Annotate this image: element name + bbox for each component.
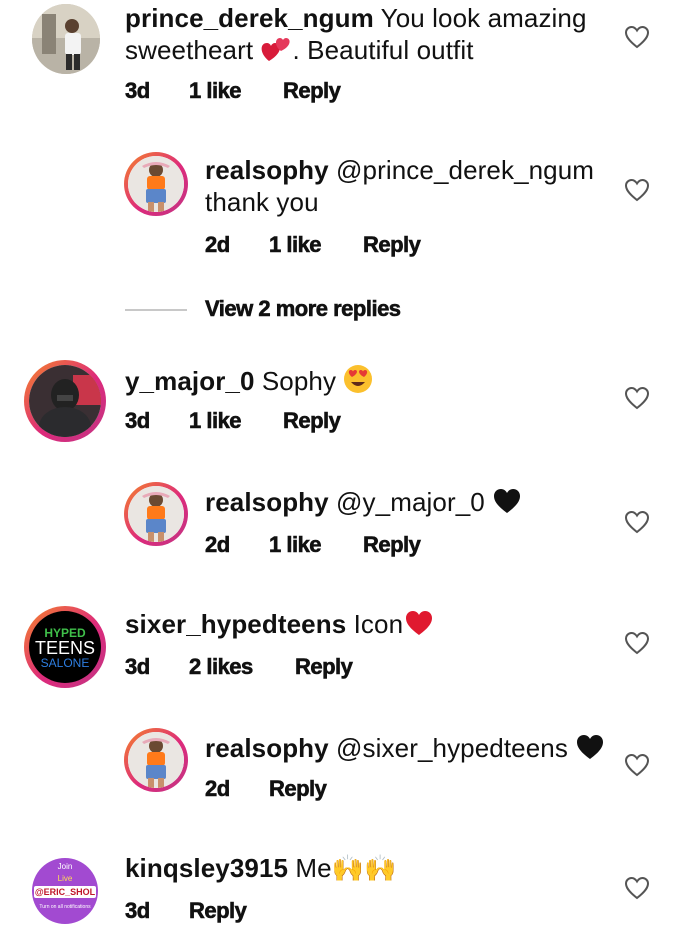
comment-item: HYPED TEENS SALONE sixer_hypedteens Icon… [0, 604, 690, 704]
like-heart-icon[interactable] [624, 631, 650, 655]
like-heart-icon[interactable] [624, 753, 650, 777]
like-count[interactable]: 1 like [189, 78, 242, 104]
reply-button[interactable]: Reply [363, 232, 422, 258]
avatar-photo [128, 486, 184, 542]
reply-item: realsophy @prince_derek_ngum thank you 2… [0, 150, 690, 260]
like-heart-icon[interactable] [624, 510, 650, 534]
comment-body: @sixer_hypedteens [328, 733, 568, 763]
comment-body: Me🙌🙌 [288, 853, 397, 883]
reply-item: realsophy @y_major_0 2d 1 like Reply [0, 482, 690, 572]
avatar[interactable]: Join Live @ERIC_SHOL Turn on all notific… [32, 858, 98, 924]
comment-body-line2-end: . Beautiful outfit [292, 35, 474, 65]
like-count[interactable]: 1 like [269, 532, 322, 558]
like-heart-icon[interactable] [624, 178, 650, 202]
avatar-photo [128, 732, 184, 788]
comment-age: 2d [205, 776, 231, 802]
avatar-text-3: SALONE [40, 656, 90, 670]
comment-item: Join Live @ERIC_SHOL Turn on all notific… [0, 848, 690, 930]
heart-eyes-emoji-icon [344, 365, 373, 393]
comment-age: 3d [125, 898, 151, 924]
reply-button[interactable]: Reply [363, 532, 422, 558]
username[interactable]: realsophy [205, 733, 329, 763]
avatar[interactable] [24, 360, 106, 442]
avatar-text-2: Live [57, 874, 73, 883]
comment-text: realsophy @sixer_hypedteens [205, 732, 605, 764]
comment-age: 3d [125, 408, 151, 434]
comment-body: @prince_derek_ngum [328, 155, 595, 185]
comment-age: 3d [125, 654, 151, 680]
avatar-text-1: Join [57, 862, 73, 871]
comment-body: You look amazing [373, 3, 587, 33]
like-heart-icon[interactable] [624, 25, 650, 49]
like-heart-icon[interactable] [624, 386, 650, 410]
like-heart-icon[interactable] [624, 876, 650, 900]
comment-body: Sophy [254, 366, 337, 396]
comment-item: y_major_0 Sophy 3d 1 like Reply [0, 358, 690, 468]
like-count[interactable]: 2 likes [189, 654, 254, 680]
username[interactable]: y_major_0 [125, 366, 255, 396]
comment-body-line2: sweetheart [125, 35, 254, 65]
comment-body: Icon [346, 609, 404, 639]
avatar-photo [29, 365, 101, 437]
black-heart-icon [494, 489, 521, 513]
username[interactable]: realsophy [205, 487, 329, 517]
comment-age: 2d [205, 532, 231, 558]
avatar-text-4: Turn on all notifications [39, 904, 91, 910]
red-heart-icon [406, 611, 433, 635]
avatar-photo [128, 156, 184, 212]
comment-item: prince_derek_ngum You look amazing sweet… [0, 0, 690, 110]
reply-button[interactable]: Reply [283, 78, 342, 104]
comment-text: y_major_0 Sophy [125, 364, 373, 397]
avatar-text-2: TEENS [34, 638, 95, 658]
black-heart-icon [577, 735, 604, 759]
reply-button[interactable]: Reply [295, 654, 354, 680]
comment-age: 3d [125, 78, 151, 104]
comment-text: realsophy @prince_derek_ngum thank you [205, 154, 594, 218]
comment-text: sixer_hypedteens Icon [125, 608, 435, 640]
avatar-photo [32, 4, 100, 74]
username[interactable]: kinqsley3915 [125, 853, 288, 883]
reply-item: realsophy @sixer_hypedteens 2d Reply [0, 728, 690, 818]
reply-button[interactable]: Reply [283, 408, 342, 434]
avatar[interactable] [124, 152, 188, 216]
username[interactable]: prince_derek_ngum [125, 3, 374, 33]
view-more-replies-label[interactable]: View 2 more replies [205, 296, 402, 322]
comment-body: @y_major_0 [328, 487, 485, 517]
reply-button[interactable]: Reply [189, 898, 248, 924]
comment-text: kinqsley3915 Me🙌🙌 [125, 852, 397, 884]
two-hearts-icon [261, 38, 290, 61]
comment-body-line2: thank you [205, 187, 319, 217]
avatar-logo: HYPED TEENS SALONE [29, 611, 101, 683]
divider-line [125, 309, 187, 311]
avatar[interactable] [32, 4, 100, 74]
avatar[interactable]: HYPED TEENS SALONE [24, 606, 106, 688]
like-count[interactable]: 1 like [269, 232, 322, 258]
comment-text: realsophy @y_major_0 [205, 486, 522, 518]
avatar[interactable] [124, 482, 188, 546]
avatar[interactable] [124, 728, 188, 792]
reply-button[interactable]: Reply [269, 776, 328, 802]
comment-age: 2d [205, 232, 231, 258]
like-count[interactable]: 1 like [189, 408, 242, 434]
username[interactable]: realsophy [205, 155, 329, 185]
comment-text: prince_derek_ngum You look amazing sweet… [125, 2, 587, 66]
avatar-text-3: @ERIC_SHOL [34, 886, 96, 898]
username[interactable]: sixer_hypedteens [125, 609, 346, 639]
